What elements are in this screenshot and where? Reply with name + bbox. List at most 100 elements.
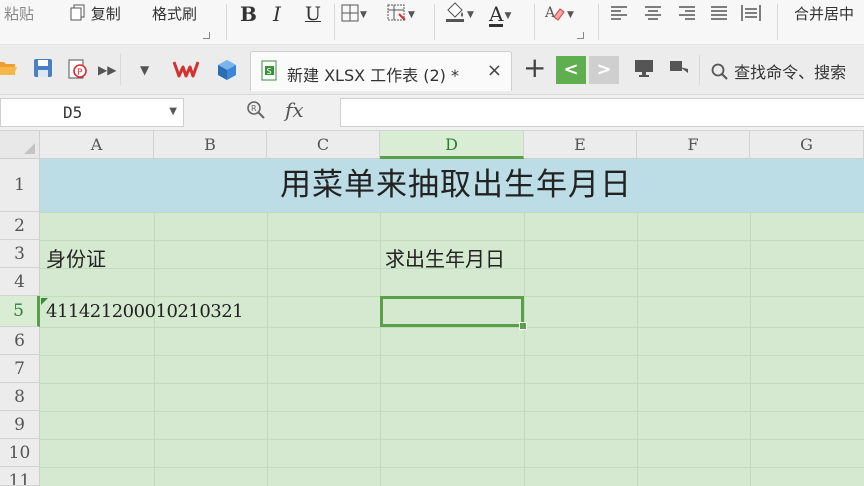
row-header-1[interactable]: 1 bbox=[0, 159, 40, 212]
gridline bbox=[40, 355, 864, 356]
gridline bbox=[40, 212, 864, 213]
clear-format-button[interactable]: A ▼ bbox=[544, 0, 574, 28]
find-command-box[interactable]: 查找命令、搜索 bbox=[711, 59, 846, 83]
wps-logo[interactable] bbox=[172, 58, 200, 82]
align-left-button[interactable] bbox=[610, 0, 628, 28]
cell-style-button[interactable]: ▼ bbox=[387, 0, 415, 28]
active-cell-d5[interactable] bbox=[380, 296, 527, 330]
svg-text:P: P bbox=[77, 68, 83, 78]
formula-input[interactable] bbox=[340, 98, 864, 127]
bold-button[interactable]: B bbox=[240, 0, 257, 28]
clipboard-launcher-icon[interactable] bbox=[203, 32, 210, 39]
find-command-label: 查找命令、搜索 bbox=[734, 63, 847, 82]
fill-bucket-icon bbox=[446, 2, 464, 22]
insert-function-button[interactable]: fx bbox=[285, 98, 304, 122]
row-header-9[interactable]: 9 bbox=[0, 411, 40, 439]
name-box-value: D5 bbox=[63, 103, 83, 122]
align-left-icon bbox=[611, 6, 627, 20]
share-button[interactable] bbox=[668, 58, 690, 82]
column-header-f[interactable]: F bbox=[637, 131, 750, 159]
align-right-icon bbox=[679, 6, 695, 20]
copy-button[interactable]: 复制 bbox=[70, 0, 121, 28]
border-icon bbox=[341, 4, 359, 22]
row-header-11[interactable]: 11 bbox=[0, 467, 40, 486]
copy-label: 复制 bbox=[90, 5, 121, 23]
font-color-button[interactable]: A▼ bbox=[489, 0, 511, 28]
chevron-down-icon[interactable]: ▼ bbox=[140, 58, 149, 82]
select-all-corner[interactable] bbox=[0, 131, 40, 159]
zoom-formula-icon[interactable]: R bbox=[246, 100, 266, 125]
gridline bbox=[267, 212, 268, 486]
format-painter-button[interactable]: 格式刷 bbox=[152, 0, 197, 28]
row-header-8[interactable]: 8 bbox=[0, 383, 40, 411]
align-right-button[interactable] bbox=[678, 0, 696, 28]
row-header-10[interactable]: 10 bbox=[0, 439, 40, 467]
cell-a3[interactable]: 身份证 bbox=[46, 243, 106, 272]
row-header-7[interactable]: 7 bbox=[0, 355, 40, 383]
divider bbox=[534, 4, 535, 40]
border-button[interactable]: ▼ bbox=[341, 0, 367, 28]
divider bbox=[777, 4, 778, 40]
cell-d3[interactable]: 求出生年月日 bbox=[385, 243, 505, 272]
divider bbox=[598, 4, 599, 40]
table-style-icon bbox=[387, 4, 406, 21]
open-folder-button[interactable] bbox=[0, 58, 18, 82]
align-center-button[interactable] bbox=[644, 0, 662, 28]
next-tab-button[interactable]: > bbox=[589, 56, 619, 84]
cell-grid[interactable]: 用菜单来抽取出生年月日 身份证 求出生年月日 41142120001021032… bbox=[40, 159, 864, 486]
row-header-6[interactable]: 6 bbox=[0, 327, 40, 355]
distribute-button[interactable] bbox=[741, 0, 761, 28]
font-color-label: A bbox=[489, 2, 504, 27]
justify-icon bbox=[711, 6, 727, 20]
distribute-icon bbox=[741, 5, 761, 21]
column-header-d[interactable]: D bbox=[380, 131, 524, 159]
italic-button[interactable]: I bbox=[273, 0, 281, 28]
row-header-5[interactable]: 5 bbox=[0, 296, 40, 327]
row-header-4[interactable]: 4 bbox=[0, 268, 40, 296]
close-tab-icon[interactable]: × bbox=[487, 60, 502, 81]
justify-button[interactable] bbox=[710, 0, 728, 28]
save-button[interactable] bbox=[33, 58, 53, 82]
font-launcher-icon[interactable] bbox=[577, 32, 584, 39]
divider bbox=[434, 4, 435, 40]
document-tab[interactable]: S 新建 XLSX 工作表 (2) * × bbox=[250, 51, 512, 91]
gridline bbox=[750, 212, 751, 486]
row-header-2[interactable]: 2 bbox=[0, 212, 40, 240]
paste-button[interactable]: 粘贴 bbox=[4, 0, 34, 28]
column-header-a[interactable]: A bbox=[40, 131, 154, 159]
pdf-export-icon: P bbox=[68, 59, 87, 79]
align-center-icon bbox=[645, 6, 661, 20]
name-box[interactable]: D5 ▼ bbox=[0, 98, 184, 127]
underline-button[interactable]: U bbox=[305, 0, 321, 28]
folder-open-icon bbox=[0, 62, 17, 75]
save-icon bbox=[34, 59, 52, 77]
wps-logo-icon bbox=[172, 61, 200, 78]
column-header-g[interactable]: G bbox=[750, 131, 864, 159]
column-header-e[interactable]: E bbox=[524, 131, 637, 159]
chevron-down-icon: ▼ bbox=[360, 9, 367, 20]
more-quick-access-icon[interactable]: ▶▶ bbox=[98, 58, 116, 82]
spreadsheet: A B C D E F G 1 2 3 4 5 6 7 8 9 10 11 用菜… bbox=[0, 131, 864, 486]
export-pdf-button[interactable]: P bbox=[66, 58, 90, 82]
divider bbox=[699, 55, 700, 85]
gridline bbox=[40, 383, 864, 384]
sheet-title: 用菜单来抽取出生年月日 bbox=[280, 167, 632, 203]
present-button[interactable] bbox=[633, 58, 655, 82]
merge-center-button[interactable]: 合并居中 bbox=[794, 0, 854, 28]
chevron-down-icon: ▼ bbox=[504, 10, 512, 21]
row-header-3[interactable]: 3 bbox=[0, 240, 40, 268]
divider bbox=[226, 4, 227, 40]
fill-color-button[interactable]: ▼ bbox=[444, 0, 474, 28]
column-header-b[interactable]: B bbox=[154, 131, 267, 159]
new-tab-button[interactable]: + bbox=[523, 53, 546, 83]
prev-tab-button[interactable]: < bbox=[556, 56, 586, 84]
cloud-doc-button[interactable] bbox=[215, 58, 239, 82]
cell-a5[interactable]: 411421200010210321 bbox=[46, 301, 244, 322]
gridline bbox=[40, 411, 864, 412]
chevron-down-icon[interactable]: ▼ bbox=[169, 106, 177, 117]
gridline bbox=[154, 212, 155, 486]
column-header-c[interactable]: C bbox=[267, 131, 380, 159]
formula-bar: D5 ▼ R fx bbox=[0, 95, 864, 131]
divider bbox=[120, 53, 121, 85]
svg-text:S: S bbox=[267, 67, 272, 76]
